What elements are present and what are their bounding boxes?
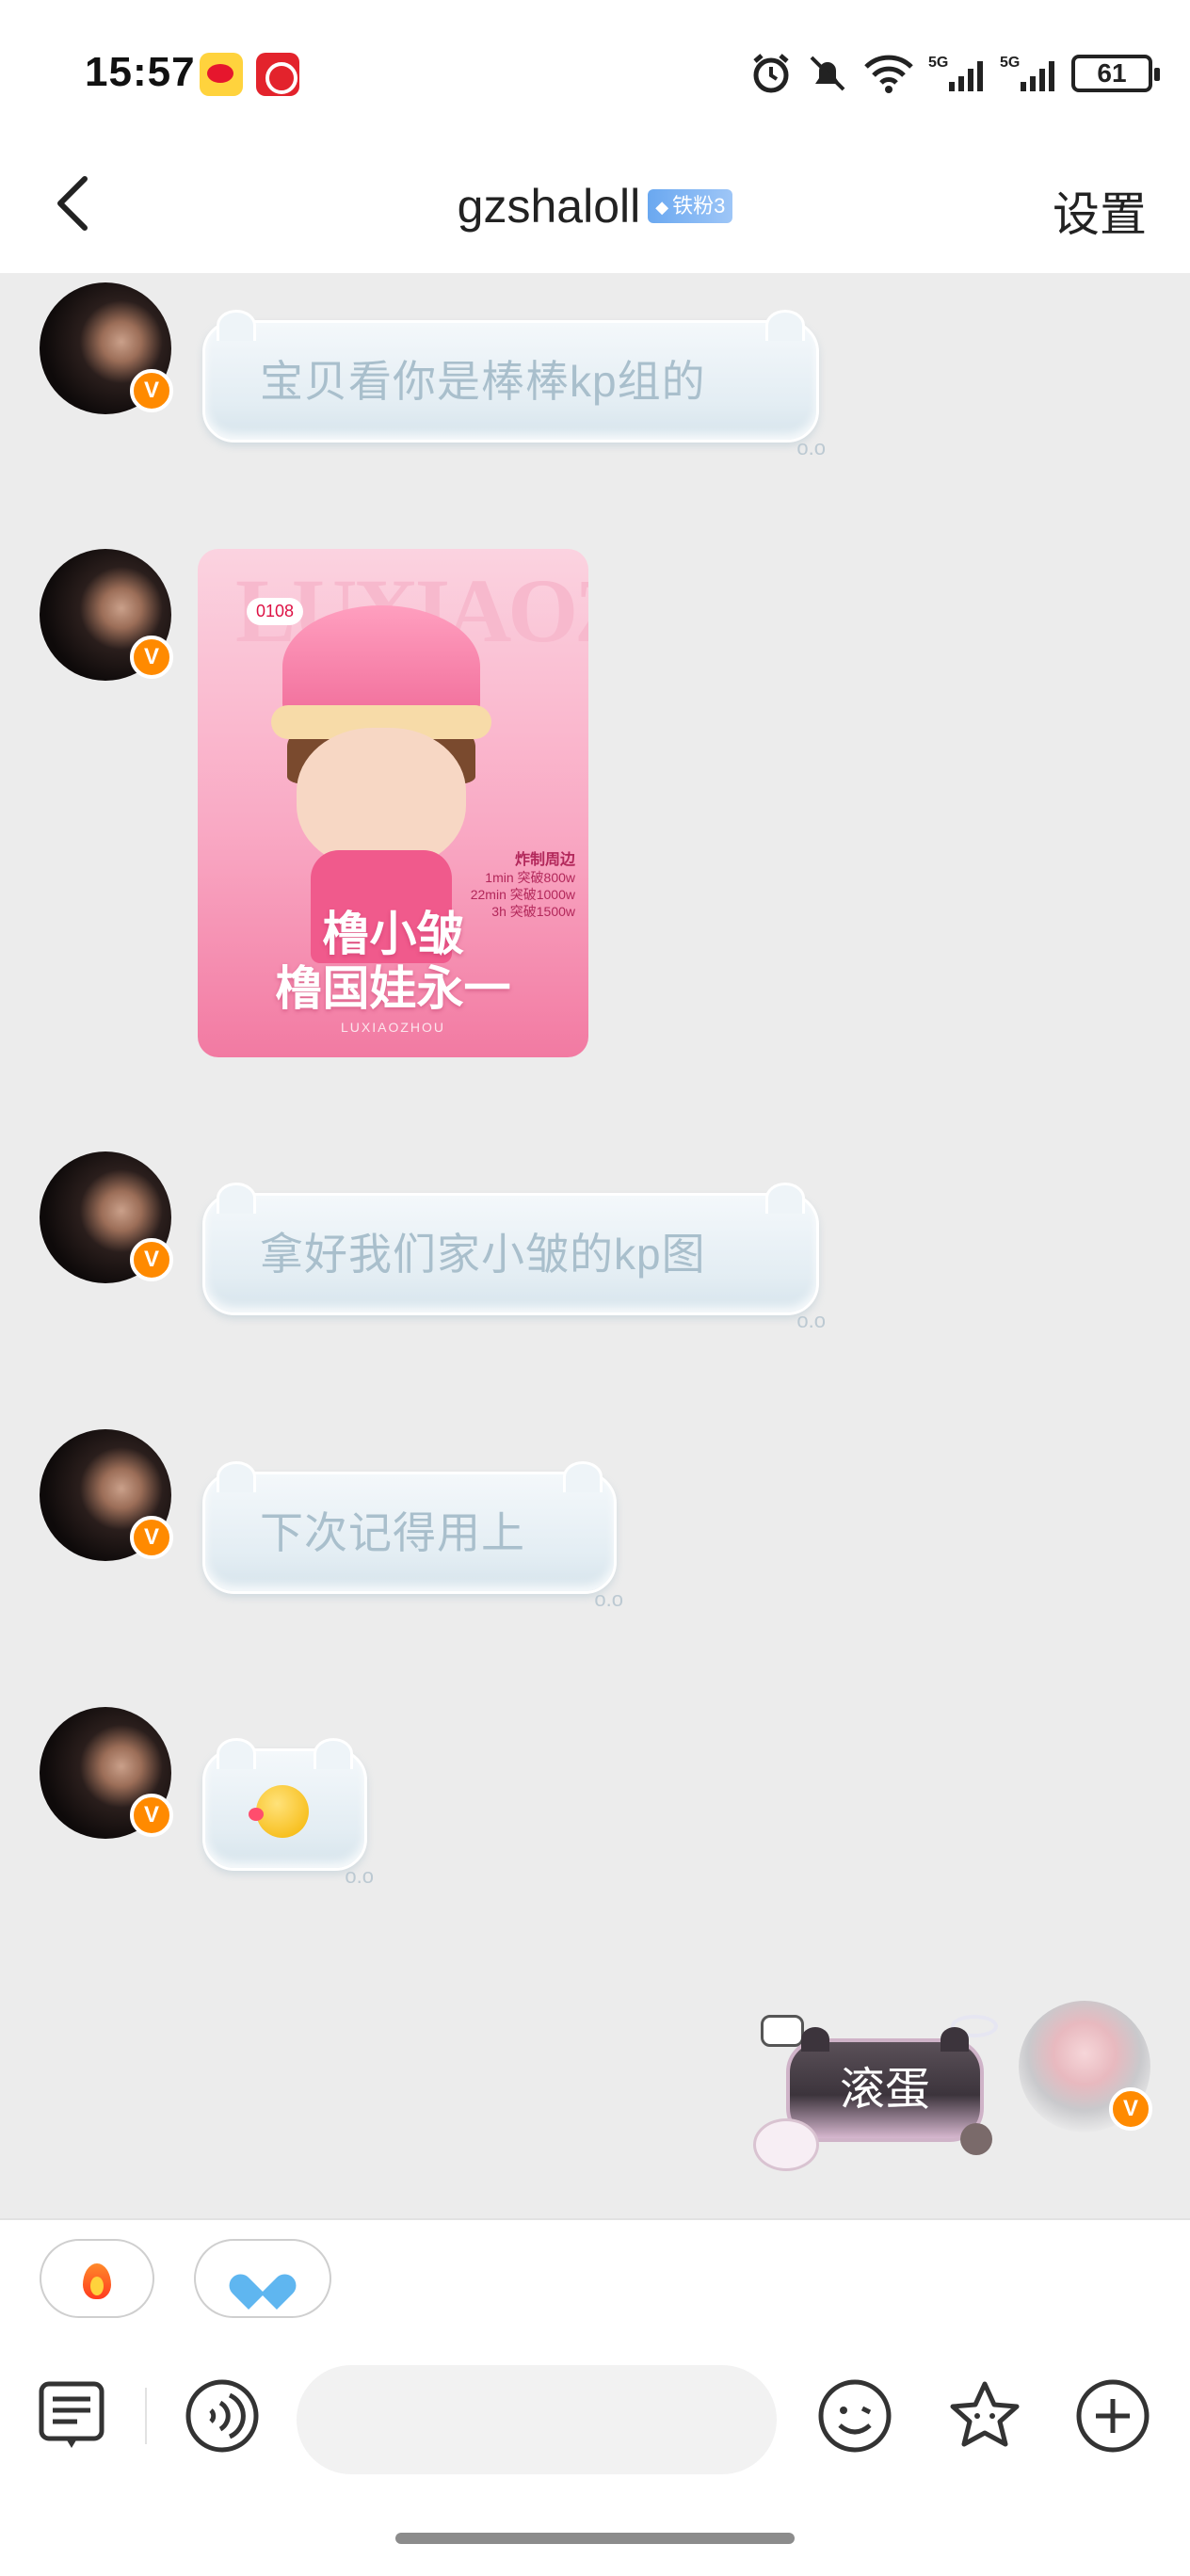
message-list-icon[interactable] [34, 2376, 113, 2455]
username: gzshaloll [457, 179, 641, 233]
bunny-decoration-icon [753, 2118, 819, 2171]
verified-badge-icon: V [130, 369, 173, 412]
verified-badge-icon: V [130, 1238, 173, 1281]
other-avatar[interactable]: V [40, 1429, 173, 1561]
svg-text:5G: 5G [1000, 55, 1020, 71]
message-text: 宝贝看你是棒棒kp组的 [260, 357, 706, 406]
message-input[interactable] [297, 2365, 777, 2474]
verified-badge-icon: V [1109, 2087, 1152, 2131]
app-notification-icon [256, 53, 299, 96]
bubble-decoration-icon: o.o [594, 1587, 623, 1611]
status-time: 15:57 [85, 49, 196, 95]
verified-badge-icon: V [130, 1794, 173, 1837]
bubble-decoration-icon: o.o [345, 1864, 374, 1888]
weibo-notification-icon [200, 53, 243, 96]
blue-heart-icon [242, 2260, 283, 2297]
card-subtext: LUXIAOZHOU [340, 1020, 445, 1035]
emoji-icon[interactable] [815, 2376, 894, 2455]
card-caption: 橹小皱 橹国娃永一 [198, 907, 588, 1016]
alarm-icon [753, 54, 789, 93]
card-caption-line1: 橹小皱 [322, 908, 464, 960]
bubble-decoration-icon: o.o [796, 1309, 826, 1332]
image-message[interactable]: LUXIAOZHOU 0108 炸制周边 1min 突破800w 22min 突… [198, 549, 588, 1057]
message-bubble[interactable]: 宝贝看你是棒棒kp组的 o.o [202, 310, 826, 459]
card-caption-line2: 橹国娃永一 [275, 962, 511, 1015]
card-side-line: 22min 突破1000w [470, 887, 575, 902]
message-bubble[interactable]: o.o [202, 1738, 374, 1888]
kissing-face-emoji-icon [249, 1785, 309, 1838]
sticker-star-icon[interactable] [945, 2376, 1024, 2455]
quick-reply-fire[interactable] [40, 2239, 154, 2318]
card-side-heading: 炸制周边 [514, 852, 575, 868]
card-tag: 0108 [247, 598, 304, 625]
status-bar: 15:57 5G 5G 61 [0, 0, 1190, 141]
message-text: 拿好我们家小皱的kp图 [260, 1230, 706, 1279]
other-avatar[interactable]: V [40, 549, 173, 681]
quick-reply-heart[interactable] [194, 2239, 331, 2318]
verified-badge-icon: V [130, 636, 173, 679]
message-bubble[interactable]: 拿好我们家小皱的kp图 o.o [202, 1183, 826, 1332]
mute-bell-icon [810, 56, 845, 91]
bear-decoration-icon [960, 2123, 992, 2155]
wifi-icon [864, 55, 913, 93]
my-avatar[interactable]: V [1019, 2001, 1152, 2133]
other-avatar[interactable]: V [40, 1151, 173, 1283]
toolbar-divider [145, 2388, 147, 2444]
fan-badge: ◆ 铁粉3 [648, 188, 733, 223]
home-indicator[interactable] [395, 2533, 795, 2544]
system-icons: 5G 5G 61 [749, 47, 1160, 100]
voice-icon[interactable] [183, 2376, 262, 2455]
add-icon[interactable] [1073, 2376, 1152, 2455]
fan-badge-label: 铁粉3 [672, 193, 726, 217]
signal-5g-icon-2: 5G [1000, 55, 1054, 91]
message-text: 下次记得用上 [260, 1508, 525, 1557]
other-avatar[interactable]: V [40, 1707, 173, 1839]
chat-title[interactable]: gzshaloll ◆ 铁粉3 [0, 175, 1190, 233]
settings-button[interactable]: 设置 [1053, 177, 1147, 245]
signal-5g-icon-1: 5G [928, 55, 983, 91]
other-avatar[interactable]: V [40, 282, 173, 414]
battery-icon: 61 [1071, 55, 1160, 92]
diamond-icon: ◆ [655, 197, 669, 217]
card-side-line: 1min 突破800w [485, 870, 575, 885]
bubble-decoration-icon: o.o [796, 436, 826, 459]
doll-face [297, 728, 466, 869]
verified-badge-icon: V [130, 1516, 173, 1559]
flame-icon [81, 2258, 113, 2299]
doll-hat [271, 605, 491, 739]
chat-header: gzshaloll ◆ 铁粉3 设置 [0, 141, 1190, 273]
svg-text:5G: 5G [928, 55, 948, 71]
my-message-bubble[interactable]: 滚蛋 [786, 2027, 984, 2142]
message-text: 滚蛋 [839, 2065, 930, 2115]
message-bubble[interactable]: 下次记得用上 o.o [202, 1461, 623, 1611]
